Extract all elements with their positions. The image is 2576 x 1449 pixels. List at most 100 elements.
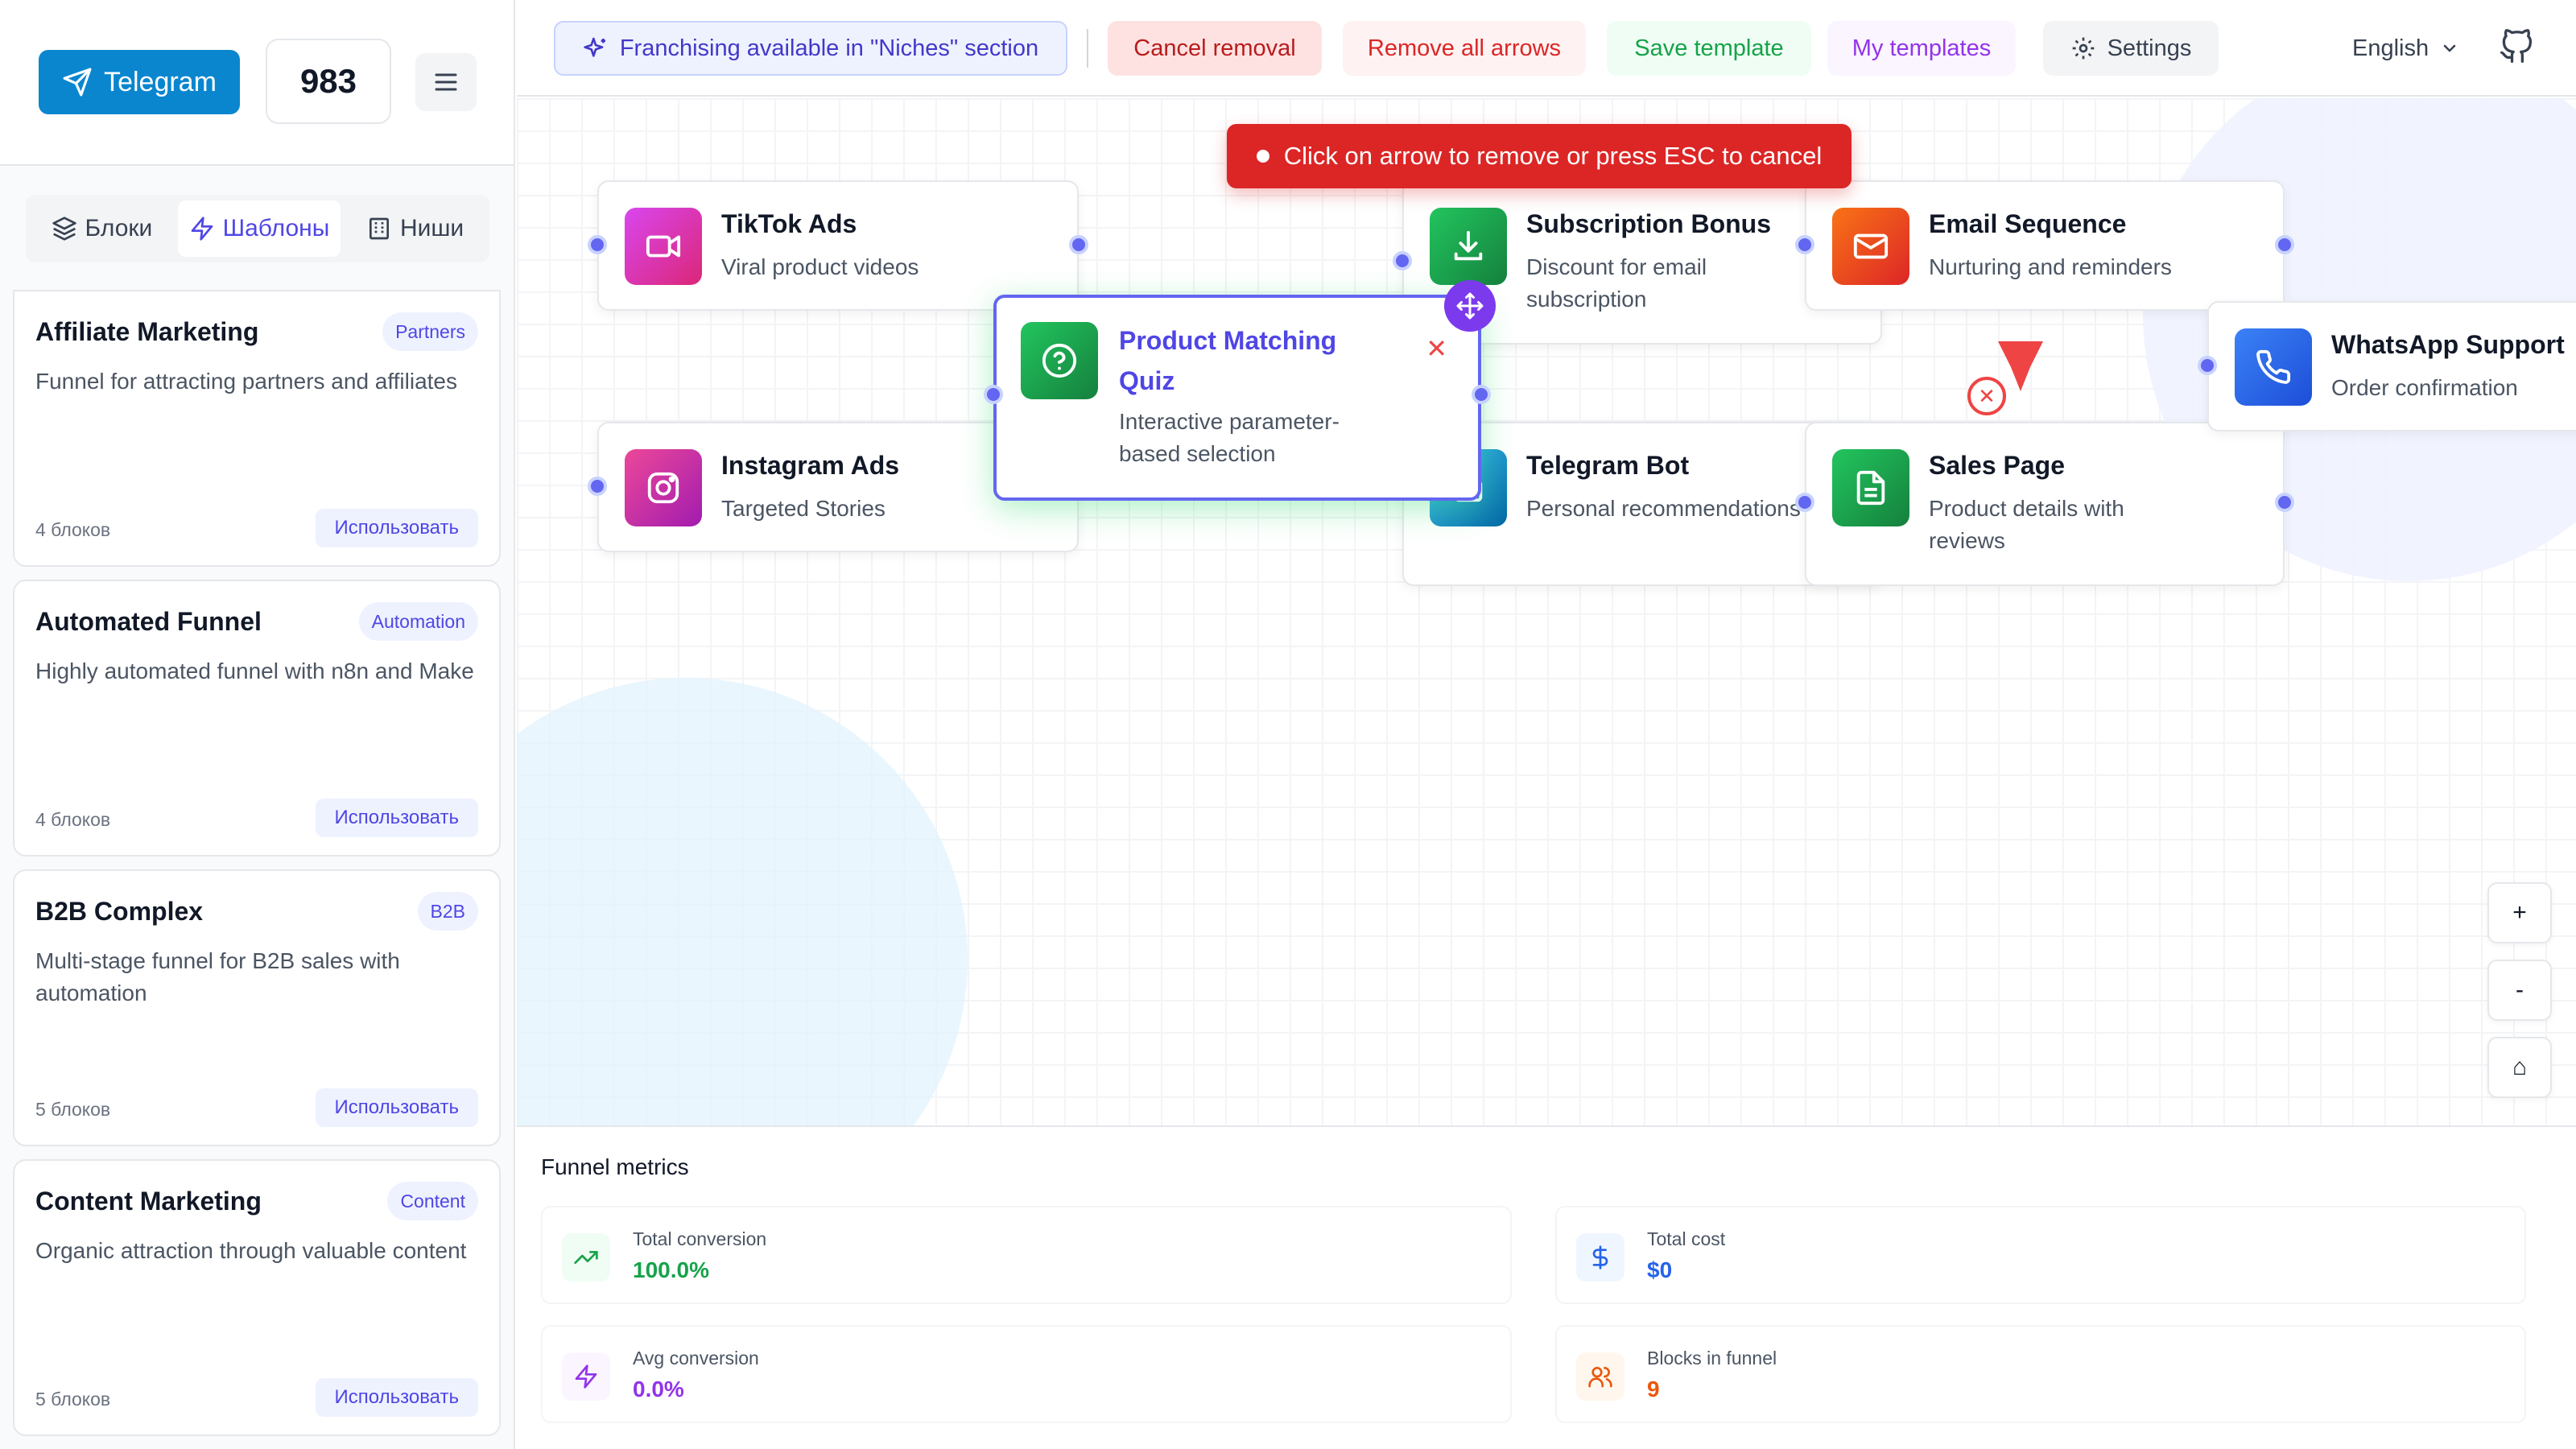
trending-up-icon <box>562 1233 610 1282</box>
move-icon <box>1456 292 1484 320</box>
node-title: Product Matching Quiz <box>1119 326 1337 395</box>
layers-icon <box>52 217 76 241</box>
metric-value: 0.0% <box>633 1377 684 1402</box>
use-template-button[interactable]: Использовать <box>315 1088 478 1127</box>
input-port[interactable] <box>588 235 607 254</box>
remove-all-arrows-button[interactable]: Remove all arrows <box>1343 21 1586 76</box>
phone-icon <box>2235 328 2312 406</box>
input-port[interactable] <box>1795 235 1814 254</box>
node-title: Sales Page <box>1929 451 2065 480</box>
funnel-canvas[interactable]: Click on arrow to remove or press ESC to… <box>517 98 2576 1125</box>
node-subtitle: Order confirmation <box>2331 375 2518 400</box>
template-card[interactable]: Affiliate Marketing Partners Funnel for … <box>13 290 501 567</box>
metrics-title: Funnel metrics <box>541 1154 689 1179</box>
template-description: Organic attraction through valuable cont… <box>35 1238 467 1263</box>
metric-label: Total cost <box>1647 1228 1726 1249</box>
users-icon <box>1576 1352 1624 1401</box>
menu-button[interactable] <box>415 53 477 111</box>
use-template-button[interactable]: Использовать <box>315 509 478 547</box>
delete-node-button[interactable]: ✕ <box>1426 333 1447 364</box>
tab-niches[interactable]: Ниши <box>345 200 485 257</box>
input-port[interactable] <box>1795 493 1814 512</box>
template-title: B2B Complex <box>35 897 204 926</box>
remove-arrow-button[interactable]: ✕ <box>1967 377 2006 415</box>
node-tiktok-ads[interactable]: TikTok Ads Viral product videos <box>588 180 1088 311</box>
output-port[interactable] <box>1472 385 1491 404</box>
input-port[interactable] <box>984 385 1003 404</box>
node-product-matching-quiz[interactable]: Product Matching Quiz Interactive parame… <box>984 280 1496 501</box>
building-icon <box>369 217 389 240</box>
video-icon <box>625 208 702 285</box>
sidebar: Telegram 983 Блоки Шаблоны Ниши Affiliat… <box>0 0 515 1449</box>
toast-dot <box>1256 150 1269 163</box>
template-block-count: 5 блоков <box>35 1099 111 1120</box>
settings-button[interactable]: Settings <box>2043 21 2219 76</box>
my-templates-button[interactable]: My templates <box>1827 21 2016 76</box>
chevron-down-icon <box>2443 44 2456 52</box>
reset-view-button[interactable]: ⌂ <box>2487 1037 2552 1098</box>
counter-badge: 983 <box>266 39 391 124</box>
question-icon <box>1021 322 1098 399</box>
template-badge: Content <box>387 1182 478 1220</box>
output-port[interactable] <box>1069 235 1088 254</box>
language-label: English <box>2352 35 2429 61</box>
use-template-button[interactable]: Использовать <box>315 1378 478 1417</box>
top-toolbar: Franchising available in "Niches" sectio… <box>517 0 2576 97</box>
template-badge: Automation <box>358 602 478 641</box>
template-card[interactable]: Content Marketing Content Organic attrac… <box>13 1159 501 1436</box>
save-template-button[interactable]: Save template <box>1607 21 1811 76</box>
metric-value: $0 <box>1647 1257 1673 1282</box>
template-description: Highly automated funnel with n8n and Mak… <box>35 658 474 683</box>
output-port[interactable] <box>2275 493 2294 512</box>
node-title: Subscription Bonus <box>1526 209 1771 238</box>
zoom-out-button[interactable]: - <box>2487 960 2552 1021</box>
tab-blocks[interactable]: Блоки <box>31 200 173 257</box>
cancel-removal-button[interactable]: Cancel removal <box>1108 21 1322 76</box>
document-icon <box>1832 449 1909 526</box>
telegram-button[interactable]: Telegram <box>39 50 240 114</box>
zoom-in-button[interactable]: + <box>2487 882 2552 943</box>
node-subtitle: Interactive parameter-based selection <box>1119 409 1340 466</box>
node-sales-page[interactable]: Sales Page Product details with reviews <box>1795 422 2294 586</box>
toolbar-divider <box>1087 29 1088 68</box>
output-port[interactable] <box>2275 235 2294 254</box>
node-whatsapp-support[interactable]: WhatsApp Support Order confirmation <box>2198 301 2576 431</box>
input-port[interactable] <box>1393 251 1412 270</box>
template-title: Automated Funnel <box>35 607 262 636</box>
mail-icon <box>1832 208 1909 285</box>
arrow-sales-to-whatsapp[interactable] <box>1998 341 2043 391</box>
settings-label: Settings <box>2107 35 2192 61</box>
template-description: Multi-stage funnel for B2B sales with au… <box>35 948 400 1005</box>
franchising-button[interactable]: Franchising available in "Niches" sectio… <box>554 21 1067 76</box>
tab-templates[interactable]: Шаблоны <box>177 200 341 257</box>
template-block-count: 4 блоков <box>35 809 111 830</box>
template-card[interactable]: B2B Complex B2B Multi-stage funnel for B… <box>13 869 501 1146</box>
language-select[interactable]: English <box>2352 21 2459 76</box>
telegram-button-label: Telegram <box>104 66 217 97</box>
metric-total-conversion: Total conversion 100.0% <box>541 1206 1512 1304</box>
template-block-count: 5 блоков <box>35 1389 111 1410</box>
template-badge: B2B <box>417 892 478 931</box>
move-handle[interactable] <box>1444 280 1496 332</box>
metric-label: Total conversion <box>633 1228 767 1249</box>
instagram-icon <box>625 449 702 526</box>
template-title: Affiliate Marketing <box>35 317 259 346</box>
node-title: Instagram Ads <box>721 451 900 480</box>
metric-blocks-in-funnel: Blocks in funnel 9 <box>1555 1325 2526 1423</box>
lightning-icon <box>562 1352 610 1401</box>
node-email-sequence[interactable]: Email Sequence Nurturing and reminders <box>1795 180 2294 311</box>
input-port[interactable] <box>2198 356 2217 375</box>
sidebar-header: Telegram 983 <box>0 0 514 166</box>
metric-value: 9 <box>1647 1377 1660 1402</box>
send-icon <box>63 68 92 97</box>
template-card[interactable]: Automated Funnel Automation Highly autom… <box>13 580 501 857</box>
node-title: WhatsApp Support <box>2331 330 2565 359</box>
node-subtitle: Nurturing and reminders <box>1929 254 2172 279</box>
template-description: Funnel for attracting partners and affil… <box>35 369 458 394</box>
input-port[interactable] <box>588 477 607 496</box>
node-subtitle: Discount for email subscription <box>1526 254 1707 312</box>
github-icon[interactable] <box>2499 29 2534 64</box>
use-template-button[interactable]: Использовать <box>315 799 478 837</box>
download-icon <box>1430 208 1507 285</box>
toast-text: Click on arrow to remove or press ESC to… <box>1283 142 1823 170</box>
